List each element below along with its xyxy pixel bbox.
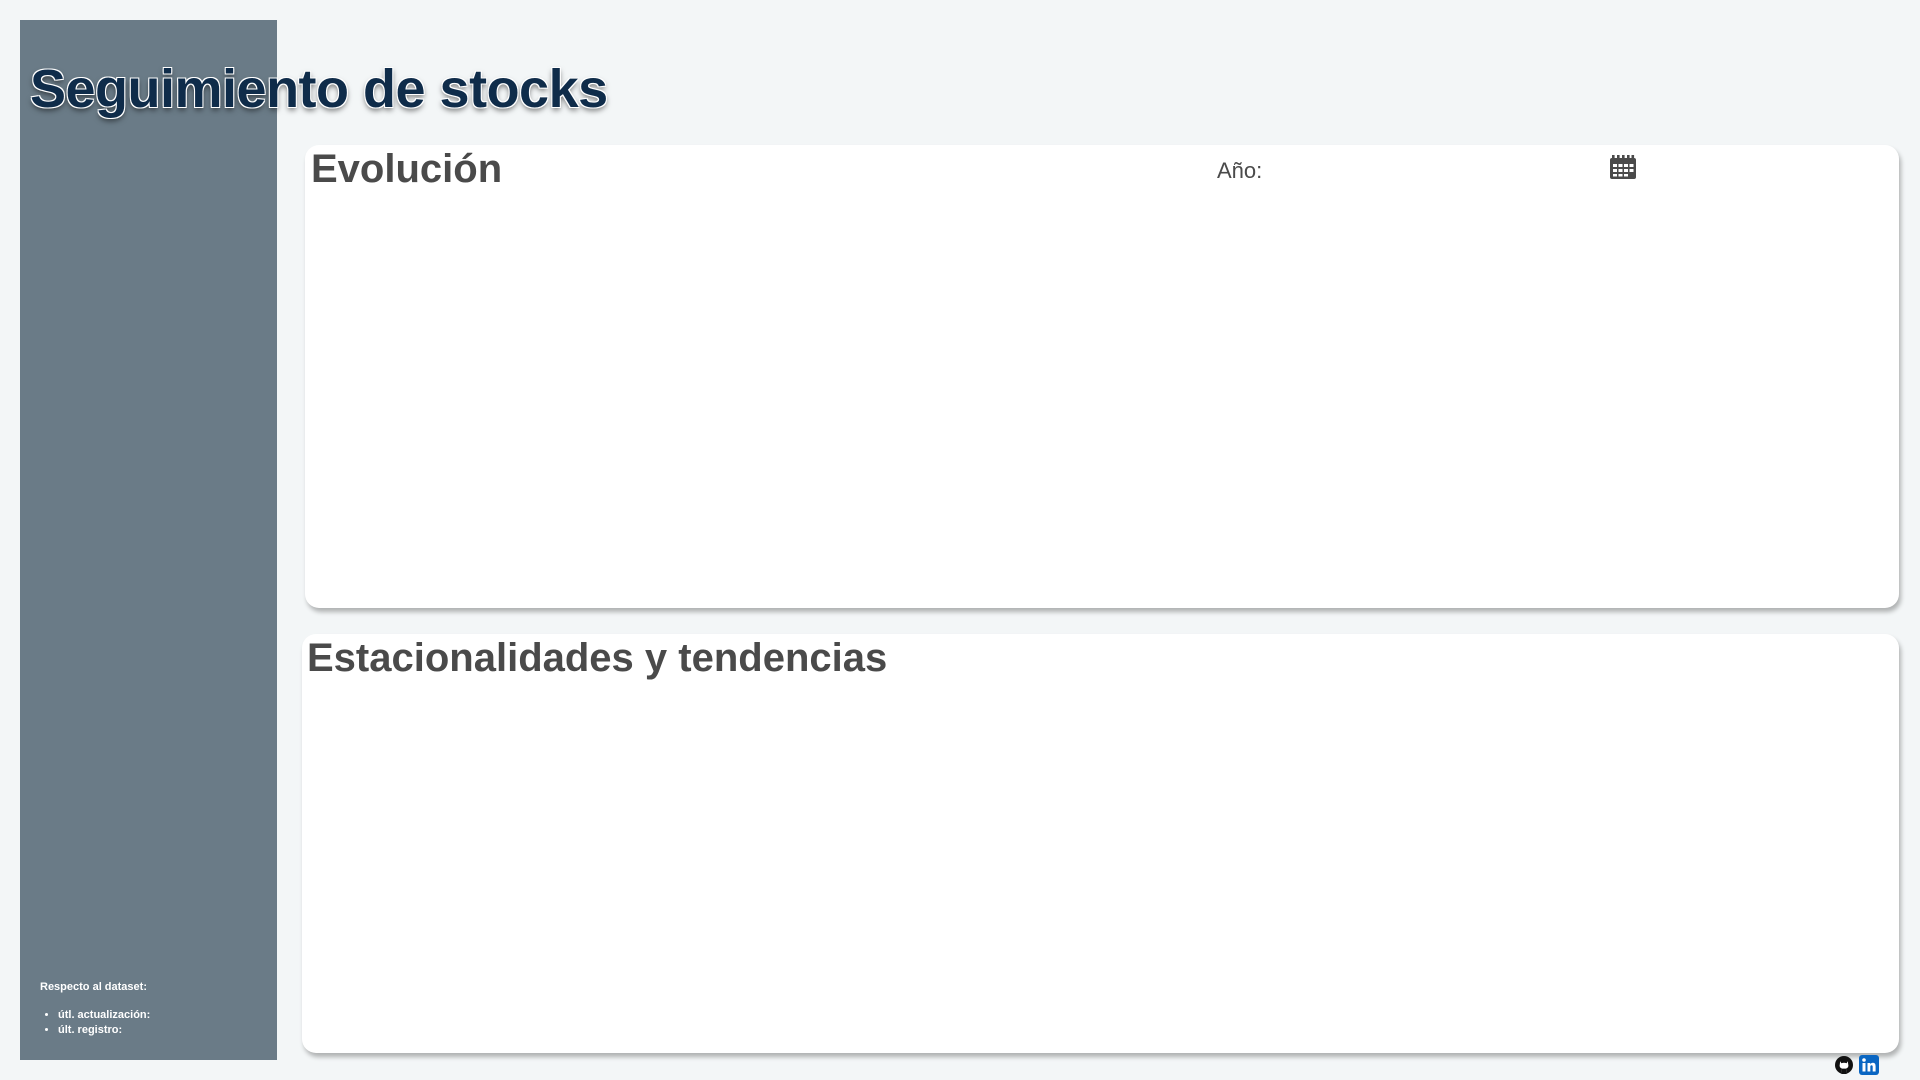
github-icon[interactable]: [1834, 1055, 1854, 1075]
calendar-icon[interactable]: [1610, 155, 1636, 179]
footer-links: [1834, 1055, 1879, 1075]
evolucion-card: Evolución Año:: [305, 145, 1899, 608]
evolucion-title: Evolución: [311, 147, 503, 191]
dataset-info: Respecto al dataset: útl. actualización:…: [40, 980, 150, 1038]
page-title: Seguimiento de stocks: [30, 59, 608, 119]
estacionalidades-card: Estacionalidades y tendencias: [302, 634, 1899, 1053]
linkedin-icon[interactable]: [1859, 1055, 1879, 1075]
app-page: Seguimiento de stocks Respecto al datase…: [0, 0, 1920, 1080]
year-picker[interactable]: [1355, 151, 1636, 185]
dataset-last-record: últ. registro:: [58, 1023, 150, 1038]
dataset-info-heading: Respecto al dataset:: [40, 981, 147, 993]
sidebar: [20, 20, 277, 1060]
estacionalidades-title: Estacionalidades y tendencias: [307, 636, 888, 680]
dataset-info-list: útl. actualización: últ. registro:: [40, 1008, 150, 1038]
dataset-last-update: útl. actualización:: [58, 1008, 150, 1023]
year-label: Año:: [1217, 158, 1263, 183]
year-input[interactable]: [1355, 151, 1605, 185]
